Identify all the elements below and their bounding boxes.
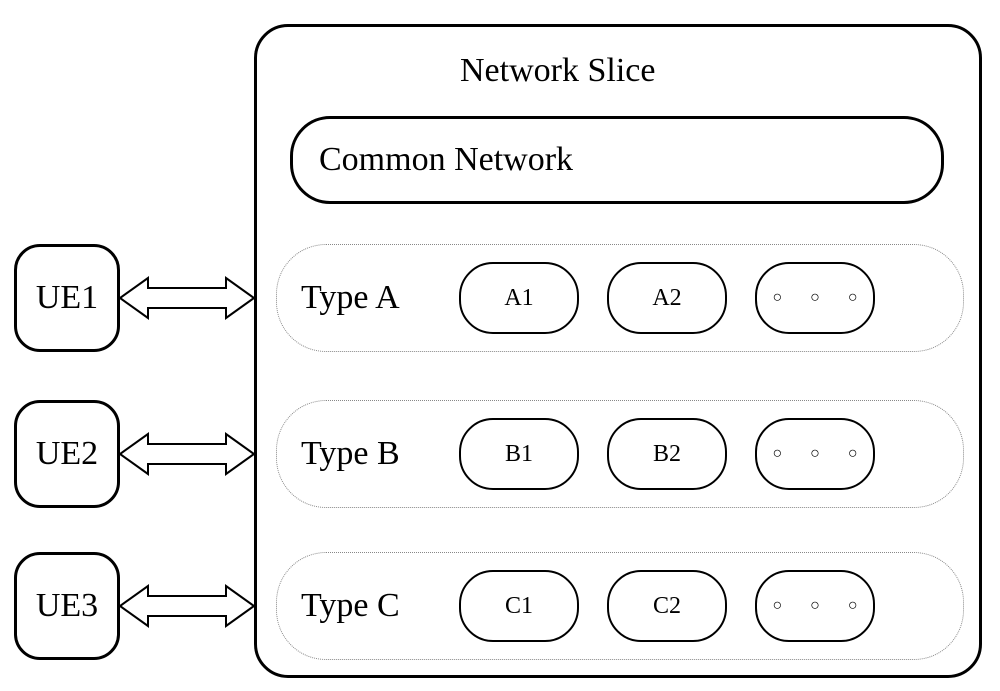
slice-b2-box: B2 [607, 418, 727, 490]
diagram-canvas: Network Slice Common Network Type A A1 A… [0, 0, 1000, 691]
slice-b2-label: B2 [653, 441, 681, 468]
slice-c-more-box: ○ ○ ○ [755, 570, 875, 642]
common-network-box: Common Network [290, 116, 944, 204]
network-slice-title: Network Slice [460, 52, 655, 90]
slice-a-more-box: ○ ○ ○ [755, 262, 875, 334]
slice-c1-box: C1 [459, 570, 579, 642]
slice-b1-box: B1 [459, 418, 579, 490]
ue2-label: UE2 [36, 435, 98, 473]
type-c-group: Type C C1 C2 ○ ○ ○ [276, 552, 964, 660]
type-c-label: Type C [301, 587, 431, 625]
ue1-label: UE1 [36, 279, 98, 317]
slice-a1-box: A1 [459, 262, 579, 334]
slice-a1-label: A1 [504, 285, 533, 312]
ellipsis-icon: ○ ○ ○ [773, 445, 870, 463]
double-arrow-icon [120, 276, 254, 320]
type-a-group: Type A A1 A2 ○ ○ ○ [276, 244, 964, 352]
ue3-box: UE3 [14, 552, 120, 660]
type-a-label: Type A [301, 279, 431, 317]
ellipsis-icon: ○ ○ ○ [773, 289, 870, 307]
double-arrow-icon [120, 432, 254, 476]
slice-c2-label: C2 [653, 593, 681, 620]
ue1-box: UE1 [14, 244, 120, 352]
slice-a2-box: A2 [607, 262, 727, 334]
slice-c2-box: C2 [607, 570, 727, 642]
slice-b1-label: B1 [505, 441, 533, 468]
type-b-label: Type B [301, 435, 431, 473]
ellipsis-icon: ○ ○ ○ [773, 597, 870, 615]
slice-a2-label: A2 [652, 285, 681, 312]
common-network-label: Common Network [319, 141, 573, 179]
slice-b-more-box: ○ ○ ○ [755, 418, 875, 490]
double-arrow-icon [120, 584, 254, 628]
ue2-box: UE2 [14, 400, 120, 508]
ue3-label: UE3 [36, 587, 98, 625]
slice-c1-label: C1 [505, 593, 533, 620]
type-b-group: Type B B1 B2 ○ ○ ○ [276, 400, 964, 508]
